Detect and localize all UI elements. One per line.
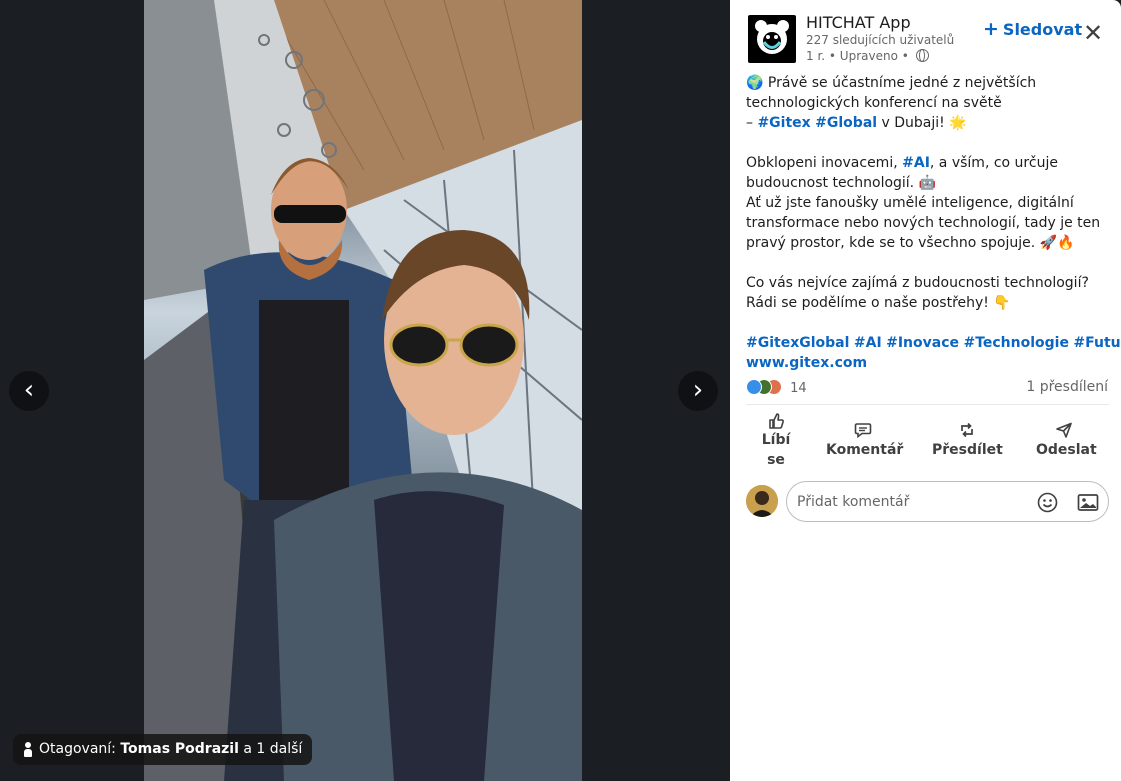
like-label: Líbí se <box>761 432 791 468</box>
hashtag-link[interactable]: #GitexGlobal <box>746 335 849 351</box>
next-image-button[interactable]: › <box>678 371 718 411</box>
post-paragraph: Co vás nejvíce zajímá z budoucnosti tech… <box>746 275 1089 311</box>
reaction-count[interactable]: 14 <box>790 381 807 396</box>
photo-illustration <box>144 0 582 781</box>
post-paragraph: Ať už jste fanoušky umělé inteligence, d… <box>746 195 1101 251</box>
comment-icon <box>854 423 872 438</box>
post-text-span: 🌍 Právě se účastníme jedné z největších … <box>746 75 1037 111</box>
media-viewer: ‹ › Otagovaní: Tomas Podrazil a 1 další <box>0 0 730 781</box>
globe-icon <box>915 49 929 62</box>
tagged-people-button[interactable]: Otagovaní: Tomas Podrazil a 1 další <box>13 734 313 765</box>
post-text-span: – <box>746 115 758 131</box>
hashtag-link[interactable]: #Gitex <box>757 115 810 131</box>
person-icon <box>24 742 32 757</box>
close-icon: ✕ <box>1082 19 1104 47</box>
post-photo[interactable] <box>144 0 582 781</box>
repost-label: Přesdílet <box>932 442 1003 458</box>
send-label: Odeslat <box>1036 442 1097 458</box>
hashtag-link[interactable]: #Global <box>815 115 877 131</box>
post-text-span: Obklopeni inovacemi, <box>746 155 903 171</box>
post-meta: 1 r. • Upraveno • <box>806 49 929 63</box>
post-time: 1 r. • Upraveno • <box>806 49 909 63</box>
comment-input[interactable] <box>797 482 1027 521</box>
like-icon <box>769 413 784 429</box>
hashtag-link[interactable]: #AI <box>902 155 930 171</box>
social-actions-bar: Líbí se Komentář Přesdílet Odeslat <box>746 410 1109 472</box>
reactions-summary[interactable]: 14 <box>746 379 807 399</box>
reaction-icons <box>746 379 784 395</box>
hashtag-link[interactable]: #FutureTech <box>1073 335 1121 351</box>
bear-logo-icon <box>755 20 789 54</box>
emoji-icon[interactable] <box>1037 492 1058 513</box>
post-paragraph: Obklopeni inovacemi, #AI, a vším, co urč… <box>746 153 1114 193</box>
like-button[interactable]: Líbí se <box>754 410 798 472</box>
tagged-person-name: Tomas Podrazil <box>120 741 239 757</box>
post-text-span: v Dubaji! 🌟 <box>877 115 967 131</box>
follower-count: 227 sledujících uživatelů <box>806 33 955 47</box>
post-body: 🌍 Právě se účastníme jedné z největších … <box>746 73 1121 373</box>
plus-icon: + <box>983 18 999 40</box>
repost-count[interactable]: 1 přesdílení <box>1026 379 1108 395</box>
repost-icon <box>961 422 973 438</box>
send-icon <box>1056 422 1072 438</box>
hashtag-link[interactable]: #Inovace <box>886 335 959 351</box>
chevron-left-icon: ‹ <box>23 375 35 405</box>
repost-button[interactable]: Přesdílet <box>932 422 1003 484</box>
follow-label: Sledovat <box>1002 20 1083 39</box>
image-icon[interactable] <box>1077 492 1099 513</box>
like-reaction-icon <box>746 379 762 395</box>
hashtag-link[interactable]: #AI <box>854 335 882 351</box>
divider <box>746 404 1109 405</box>
external-link[interactable]: www.gitex.com <box>746 355 867 371</box>
company-name-link[interactable]: HITCHAT App <box>806 13 911 32</box>
post-paragraph: 🌍 Právě se účastníme jedné z největších … <box>746 73 1114 133</box>
follow-button[interactable]: + Sledovat <box>983 18 1082 40</box>
chevron-right-icon: › <box>692 375 704 405</box>
close-button[interactable]: ✕ <box>1079 19 1107 47</box>
user-avatar-image <box>746 485 778 517</box>
company-logo[interactable] <box>748 15 796 63</box>
comment-button[interactable]: Komentář <box>826 422 904 484</box>
tag-more: a 1 další <box>243 741 303 757</box>
previous-image-button[interactable]: ‹ <box>9 371 49 411</box>
avatar[interactable] <box>746 485 778 517</box>
send-button[interactable]: Odeslat <box>1036 422 1097 484</box>
post-viewer-dialog: ‹ › Otagovaní: Tomas Podrazil a 1 další … <box>0 0 1121 781</box>
hashtag-list: #GitexGlobal #AI #Inovace #Technologie #… <box>746 333 1121 353</box>
tag-label: Otagovaní: <box>39 741 116 757</box>
hashtag-link[interactable]: #Technologie <box>963 335 1069 351</box>
comment-label: Komentář <box>826 442 904 458</box>
comment-box <box>786 481 1109 522</box>
post-details-panel: HITCHAT App 227 sledujících uživatelů 1 … <box>730 0 1121 781</box>
